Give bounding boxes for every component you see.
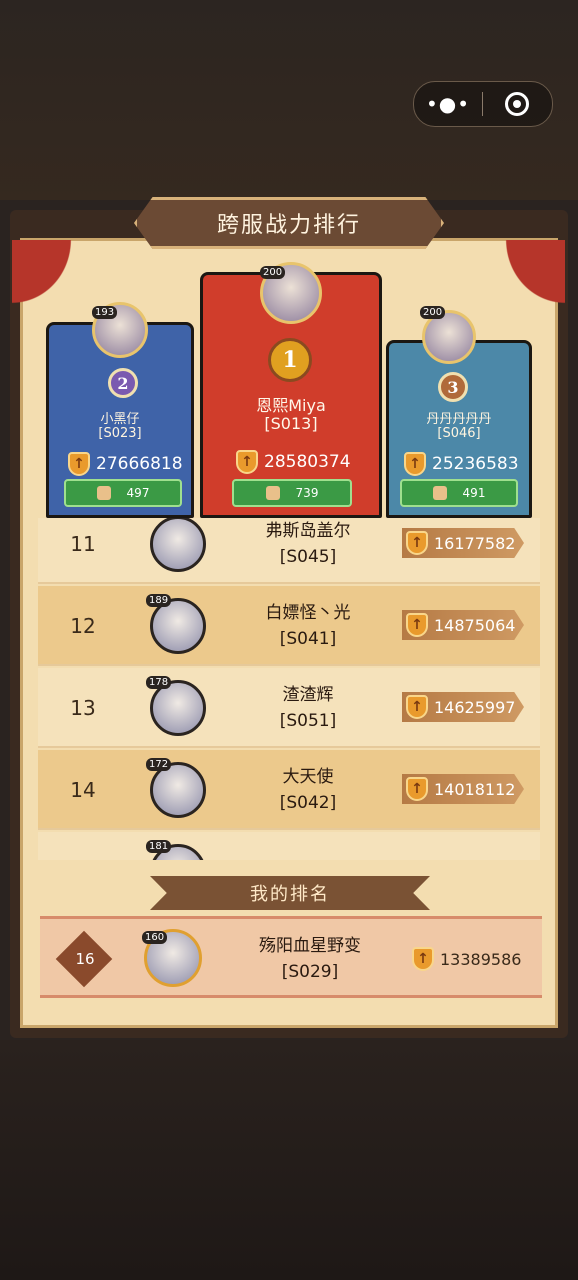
power-shield-icon: ↑ [406,613,428,637]
background-bottom [0,1040,578,1280]
power-value: ↑ 28580374 [236,450,351,474]
more-menu-button[interactable]: •●• [414,82,482,126]
list-item[interactable]: 13 178 渣渣辉 [S051] ↑ 14625997 [38,668,540,748]
ranking-list[interactable]: 11 弗斯岛盖尔 [S045] ↑ 16177582 12 189 白嫖怪丶光 [S0… [38,518,540,860]
power-shield-icon: ↑ [236,450,258,474]
level-badge: 181 [146,840,172,853]
power-shield-icon: ↑ [68,452,90,476]
power-value: ↑ 14875064 [402,610,524,640]
level-badge: 172 [146,758,172,771]
player-name: 恩熙Miya [256,396,326,415]
close-target-button[interactable] [483,92,551,116]
player-name: 白嫖怪丶光 [S041] [265,603,351,649]
level-badge: 178 [146,676,172,689]
level-badge: 189 [146,594,172,607]
my-power-value: ↑ 13389586 [412,947,521,971]
list-item[interactable]: 14 172 大天使 [S042] ↑ 14018112 [38,750,540,830]
thumbs-up-icon [265,486,280,500]
rank-number: 14 [70,778,96,802]
player-server: [S023] [98,426,142,441]
my-rank-title: 我的排名 [250,884,330,905]
my-rank-banner: 我的排名 [150,876,430,910]
player-name: 大天使 [S042] [279,767,337,813]
level-badge: 200 [260,266,286,279]
power-shield-icon: ↑ [406,695,428,719]
like-button[interactable]: 739 [232,479,352,507]
title-banner: 跨服战力排行 [134,197,444,249]
power-shield-icon: ↑ [406,777,428,801]
power-shield-icon: ↑ [412,947,434,971]
power-value: ↑ 16177582 [402,528,524,558]
mini-program-capsule: •●• [413,81,553,127]
level-badge: 160 [142,931,168,944]
power-value: ↑ 27666818 [68,452,183,476]
player-name: 渣渣辉 [S051] [279,685,337,731]
rank-number: 13 [70,696,96,720]
thumbs-up-icon [432,486,447,500]
player-server: [S013] [264,414,318,433]
rank-medal-1: 1 [268,338,312,382]
list-item[interactable]: 12 189 白嫖怪丶光 [S041] ↑ 14875064 [38,586,540,666]
page-title: 跨服战力排行 [216,213,361,238]
level-badge: 200 [420,306,446,319]
curtain-right [490,240,565,320]
rank-medal-3: 3 [438,372,468,402]
power-shield-icon: ↑ [406,531,428,555]
level-badge: 193 [92,306,118,319]
rank-number: 12 [70,614,96,638]
my-rank-row[interactable]: 16 160 殇阳血星野变 [S029] ↑ 13389586 [40,916,542,998]
power-value: ↑ 14625997 [402,692,524,722]
rank-medal-2: 2 [108,368,138,398]
power-value: ↑ 14018112 [402,774,524,804]
like-button[interactable]: 497 [64,479,182,507]
target-icon [505,92,529,116]
list-item[interactable]: 11 弗斯岛盖尔 [S045] ↑ 16177582 [38,518,540,584]
player-avatar[interactable] [150,518,206,572]
player-server: [S046] [437,426,481,441]
power-value: ↑ 25236583 [404,452,519,476]
power-shield-icon: ↑ [404,452,426,476]
like-button[interactable]: 491 [400,479,518,507]
thumbs-up-icon [96,486,111,500]
player-name: 弗斯岛盖尔 [S045] [265,521,351,567]
curtain-left [12,240,87,320]
my-rank-number: 16 [75,950,95,968]
my-player-name: 殇阳血星野变 [S029] [259,936,361,982]
rank-number: 11 [70,532,96,556]
list-item[interactable]: 181 [38,832,540,860]
